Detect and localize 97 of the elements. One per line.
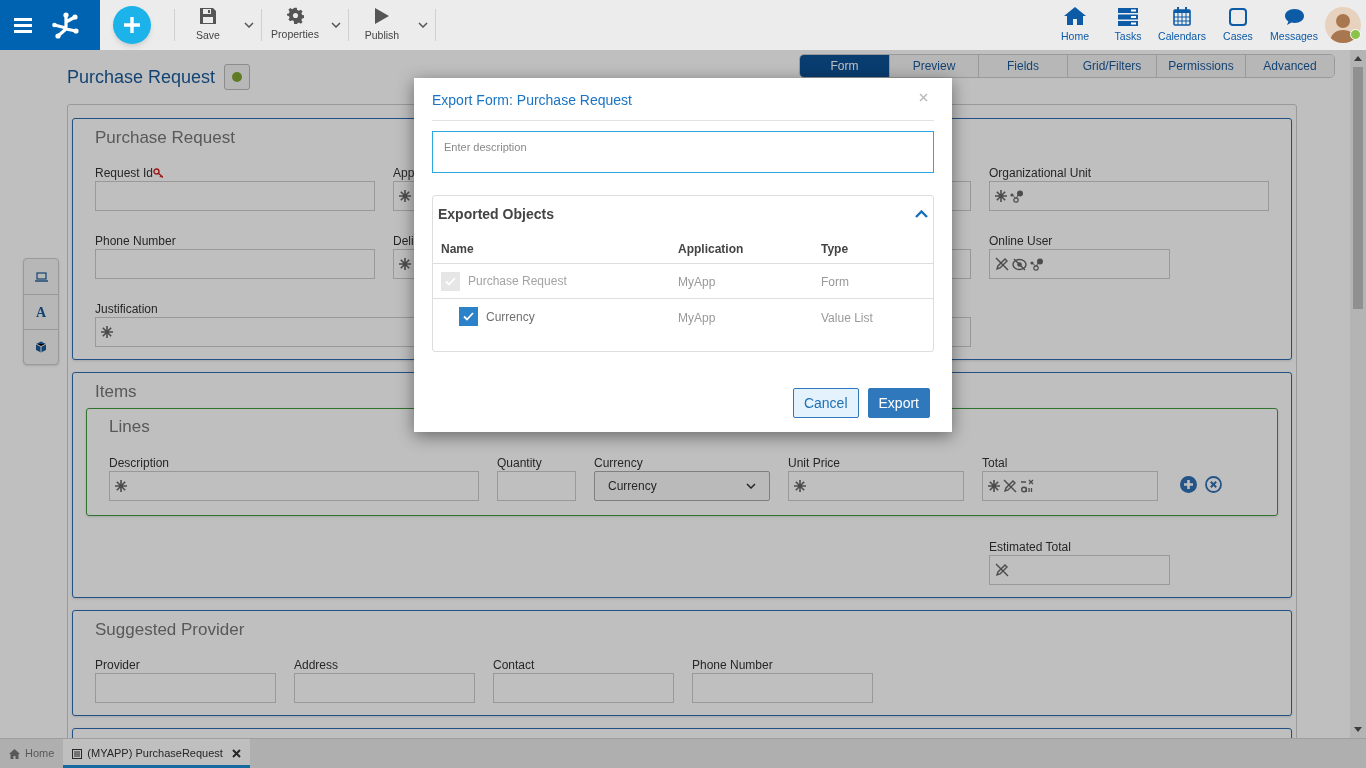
caret-icon [331,22,341,28]
tab[interactable]: Advanced [1245,55,1334,77]
list-icon [1118,8,1138,27]
chat-icon [1283,8,1305,27]
input-field[interactable] [982,471,1158,501]
export-button[interactable]: Export [867,388,930,418]
object-name: Currency [486,308,535,326]
caret-icon [418,22,428,28]
home-icon [9,748,20,759]
toolbar-button[interactable]: Save [177,3,239,47]
field-label: Request Id [95,164,154,182]
input-field[interactable] [692,673,873,703]
column-header: Name [441,241,474,256]
field-label: Currency [594,454,643,472]
document-tab[interactable]: (MYAPP) PurchaseRequest [63,739,250,768]
document-tab[interactable]: Home [0,739,64,768]
input-field[interactable] [109,471,479,501]
add-row-icon[interactable] [1180,476,1197,493]
object-name: Purchase Request [468,273,567,290]
page-title: Purchase Request [67,65,216,89]
field-label: Total [982,454,1008,472]
field-label: Quantity [497,454,542,472]
logo-icon[interactable] [52,11,82,39]
table-cell: Form [821,275,849,289]
tab[interactable]: Fields [978,55,1067,77]
nav-button[interactable]: Calendars [1154,3,1210,47]
section-title: Suggested Provider [95,619,245,642]
column-header: Application [678,241,744,256]
field-label: Description [109,454,170,472]
toolbar-button[interactable]: Publish [351,3,413,47]
caret-icon [244,22,254,28]
laptop-icon [34,271,48,282]
scroll-down-icon[interactable] [1354,727,1362,732]
nav-button[interactable]: Home [1048,3,1102,47]
field-label: Provider [95,656,140,674]
menu-icon[interactable] [14,17,32,33]
column-header: Type [821,241,849,256]
tick-icon [463,312,474,321]
home-icon [1063,6,1087,27]
save-icon [199,6,217,25]
select-field[interactable]: Currency [594,471,770,501]
field-label: Online User [989,232,1053,250]
panel-title: Exported Objects [438,204,554,224]
section-title: Purchase Request [95,127,235,150]
input-field[interactable] [788,471,964,501]
nav-button[interactable]: Tasks [1102,3,1154,47]
tab[interactable]: Form [800,55,889,77]
plus-icon [123,16,141,34]
table-cell: MyApp [678,275,716,289]
input-field[interactable] [493,673,674,703]
cancel-button[interactable]: Cancel [792,388,859,418]
table-cell: Value List [821,310,873,325]
input-field[interactable] [989,555,1170,585]
field-label: Deli [393,232,414,250]
input-field[interactable] [989,181,1269,211]
scrollbar[interactable] [1350,50,1366,738]
remove-row-icon[interactable] [1205,476,1222,493]
scrollbar-thumb[interactable] [1353,67,1363,309]
tab[interactable]: Preview [889,55,978,77]
dialog-title: Export Form: Purchase Request [432,91,632,110]
tab[interactable]: Grid/Filters [1067,55,1156,77]
add-button[interactable] [113,6,151,44]
field-label: Unit Price [788,454,840,472]
tick-icon [445,276,456,286]
scroll-up-icon[interactable] [1354,56,1362,61]
square-icon [1229,8,1247,27]
field-label: Organizational Unit [989,164,1092,182]
table-cell: MyApp [678,310,716,325]
avatar [1325,7,1361,43]
status-button[interactable] [224,64,251,90]
toolbar-button[interactable]: Properties [264,3,326,47]
field-label: Address [294,656,339,674]
input-field[interactable] [95,673,276,703]
field-label: Estimated Total [989,538,1071,556]
tab[interactable]: Permissions [1156,55,1245,77]
form-icon [72,748,83,759]
field-label: Contact [493,656,535,674]
calendar-icon [1173,7,1191,27]
description-field[interactable]: Enter description [432,131,934,173]
field-label: Phone Number [95,232,176,250]
gear-icon [286,7,304,25]
field-label: Phone Number [692,656,773,674]
collapse-icon[interactable] [915,210,928,218]
input-field[interactable] [497,471,576,501]
close-icon[interactable] [231,749,241,758]
input-field[interactable] [95,181,375,211]
input-field[interactable] [95,249,375,279]
caret-icon [746,483,756,489]
input-field[interactable] [294,673,475,703]
field-label: Justification [95,300,158,318]
cube-icon [35,341,47,353]
play-icon [374,6,390,25]
section-title: Items [95,381,137,404]
grid-title: Lines [109,416,150,439]
nav-button[interactable]: Messages [1266,3,1322,47]
nav-button[interactable]: Cases [1210,3,1266,47]
input-field[interactable] [989,249,1170,279]
